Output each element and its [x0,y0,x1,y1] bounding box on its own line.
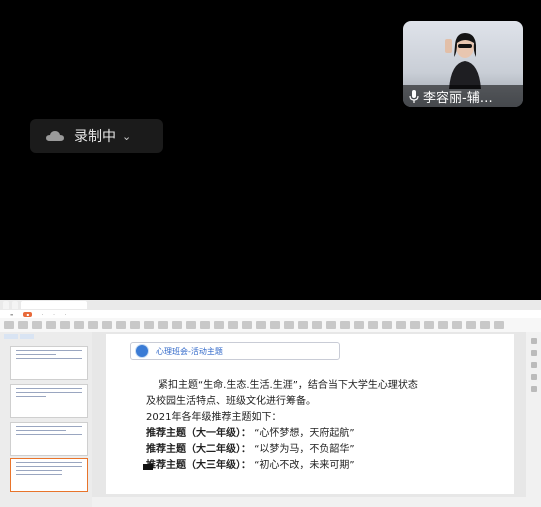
toolbar-button[interactable] [102,321,112,329]
toolbar-button[interactable] [18,321,28,329]
sidebar-tab-pages[interactable] [20,334,34,339]
recommendation-label: 推荐主题（大一年级）： [146,428,251,439]
toolbar-button[interactable] [494,321,504,329]
document-canvas: 心理班会-活动主题 紧扣主题“生命.生态.生活.生涯”，结合当下大学生心理状态 … [92,332,526,497]
sidebar-tabs [4,334,88,340]
paragraph-line: 及校园生活特点、班级文化进行筹备。 [146,396,316,407]
page-thumbnails-panel [0,332,92,507]
recommendation-row: 推荐主题（大二年级）： “以梦为马，不负韶华” [146,442,506,458]
recommendation-value: “初心不改，未来可期” [254,460,355,471]
menu-insert[interactable]: · [42,312,43,317]
status-bar [92,497,541,507]
document-page[interactable]: 心理班会-活动主题 紧扣主题“生命.生态.生活.生涯”，结合当下大学生心理状态 … [106,334,514,494]
rail-tool-icon[interactable] [530,338,537,344]
recommendation-row: 推荐主题（大一年级）： “心怀梦想，天府起航” [146,426,506,442]
recommendation-label: 推荐主题（大三年级）： [146,460,251,471]
rail-tool-icon[interactable] [530,386,537,392]
right-tool-rail [526,332,541,497]
toolbar-button[interactable] [382,321,392,329]
toolbar-button[interactable] [256,321,266,329]
toolbar-button[interactable] [298,321,308,329]
intro-line: 2021年各年级推荐主题如下： [146,412,282,423]
toolbar-button[interactable] [228,321,238,329]
toolbar-button[interactable] [214,321,224,329]
text-cursor [143,464,153,470]
tab-docs[interactable] [12,301,18,309]
toolbar-button[interactable] [32,321,42,329]
ribbon-menu: ≡ ▪ · · · [0,310,541,318]
toolbar-button[interactable] [354,321,364,329]
recommendation-row: 推荐主题（大三年级）： “初心不改，未来可期” [146,458,506,474]
menu-file[interactable]: ≡ [10,312,13,317]
toolbar-button[interactable] [200,321,210,329]
chevron-down-icon[interactable]: ⌄ [122,130,131,143]
toolbar-button[interactable] [144,321,154,329]
recommendation-value: “心怀梦想，天府起航” [254,428,355,439]
toolbar-button[interactable] [4,321,14,329]
page-thumbnail[interactable] [10,346,88,380]
participant-name-bar: 李容丽-辅… [403,85,523,107]
cloud-icon [46,131,64,141]
recording-label: 录制中 [74,129,116,145]
toolbar-button[interactable] [340,321,350,329]
section-heading: 心理班会-活动主题 [156,346,223,356]
participant-video [445,33,481,89]
menu-start[interactable]: ▪ [23,311,33,317]
tab-document[interactable] [21,301,87,309]
app-tab-bar [0,300,541,310]
toolbar-button[interactable] [466,321,476,329]
toolbar-button[interactable] [452,321,462,329]
page-thumbnail-selected[interactable] [10,458,88,492]
recommendation-value: “以梦为马，不负韶华” [254,444,355,455]
microphone-icon[interactable] [409,89,419,103]
recommendation-label: 推荐主题（大二年级）： [146,444,251,455]
toolbar-button[interactable] [130,321,140,329]
menu-layout[interactable]: · [53,312,54,317]
toolbar-button[interactable] [158,321,168,329]
toolbar-button[interactable] [172,321,182,329]
toolbar-button[interactable] [88,321,98,329]
participant-video-tile[interactable]: 李容丽-辅… [403,21,523,107]
toolbar-button[interactable] [116,321,126,329]
toolbar-button[interactable] [424,321,434,329]
recording-indicator[interactable]: 录制中 ⌄ [30,119,163,153]
toolbar-button[interactable] [410,321,420,329]
toolbar-button[interactable] [60,321,70,329]
sidebar-tab-outline[interactable] [4,334,18,339]
page-thumbnail[interactable] [10,422,88,456]
toolbar-button[interactable] [396,321,406,329]
section-heading-box: 心理班会-活动主题 [130,342,340,360]
toolbar-button[interactable] [480,321,490,329]
rail-tool-icon[interactable] [530,350,537,356]
rail-tool-icon[interactable] [530,374,537,380]
paragraph-line: 紧扣主题“生命.生态.生活.生涯”，结合当下大学生心理状态 [158,380,418,391]
toolbar-button[interactable] [242,321,252,329]
participant-name: 李容丽-辅… [423,90,493,106]
tab-home[interactable] [3,301,9,309]
toolbar-button[interactable] [46,321,56,329]
shared-screen: ≡ ▪ · · · 心理班会-活动主题 紧扣主题“生命.生态.生活.生涯”，结合… [0,300,541,507]
page-thumbnail[interactable] [10,384,88,418]
ribbon-toolbar [0,318,541,333]
toolbar-button[interactable] [368,321,378,329]
toolbar-button[interactable] [312,321,322,329]
toolbar-button[interactable] [74,321,84,329]
bullet-circle-icon [136,345,148,357]
toolbar-button[interactable] [326,321,336,329]
menu-review[interactable]: · [65,312,66,317]
toolbar-button[interactable] [284,321,294,329]
toolbar-button[interactable] [270,321,280,329]
toolbar-button[interactable] [438,321,448,329]
rail-tool-icon[interactable] [530,362,537,368]
toolbar-button[interactable] [186,321,196,329]
